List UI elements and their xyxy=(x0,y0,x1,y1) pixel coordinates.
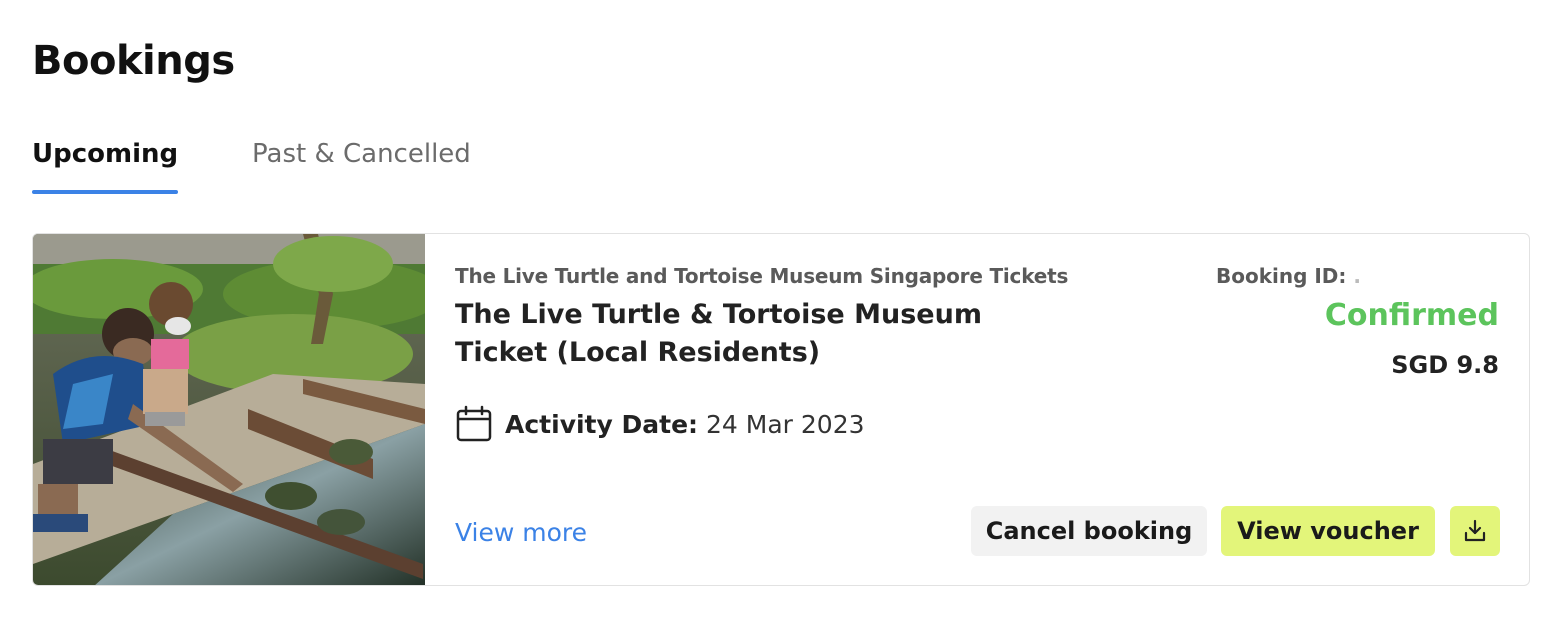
activity-category: The Live Turtle and Tortoise Museum Sing… xyxy=(455,264,1069,288)
download-voucher-button[interactable] xyxy=(1450,506,1500,556)
activity-name: The Live Turtle & Tortoise Museum Ticket… xyxy=(455,299,982,368)
page-title: Bookings xyxy=(32,38,235,84)
calendar-icon xyxy=(455,405,493,443)
booking-card: The Live Turtle and Tortoise Museum Sing… xyxy=(32,233,1530,586)
turtle-pond-image xyxy=(33,234,425,585)
booking-price: SGD 9.8 xyxy=(1391,351,1499,379)
activity-date: Activity Date: 24 Mar 2023 xyxy=(455,404,865,444)
booking-id: Booking ID: . xyxy=(1216,264,1361,288)
tab-upcoming[interactable]: Upcoming xyxy=(32,136,179,194)
bookings-page: Bookings Upcoming Past & Cancelled The L… xyxy=(0,0,1558,628)
view-voucher-button[interactable]: View voucher xyxy=(1221,506,1435,556)
status-badge: Confirmed xyxy=(1324,298,1499,333)
view-more-link[interactable]: View more xyxy=(455,518,587,547)
booking-id-value: . xyxy=(1353,264,1361,288)
cancel-booking-button[interactable]: Cancel booking xyxy=(971,506,1207,556)
activity-date-label: Activity Date: xyxy=(505,409,699,439)
booking-id-label: Booking ID: xyxy=(1215,264,1347,288)
tab-past-cancelled[interactable]: Past & Cancelled xyxy=(252,136,471,194)
booking-tabs: Upcoming Past & Cancelled xyxy=(32,136,632,196)
activity-thumbnail[interactable] xyxy=(33,234,425,585)
activity-date-value: 24 Mar 2023 xyxy=(706,409,865,439)
download-icon xyxy=(1462,518,1488,544)
